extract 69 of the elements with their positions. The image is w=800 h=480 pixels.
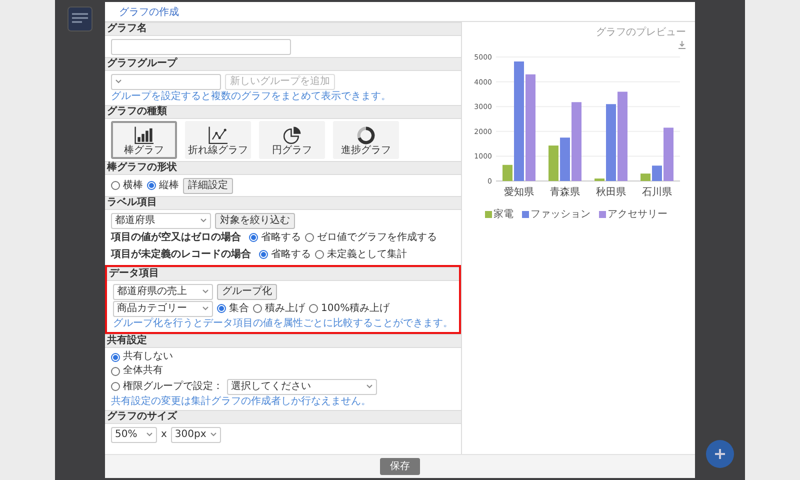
- chart-type-tile[interactable]: 棒グラフ: [111, 121, 177, 159]
- section-header: データ項目: [107, 267, 459, 281]
- radio-option[interactable]: ゼロ値でグラフを作成する: [305, 232, 437, 244]
- add-button[interactable]: [706, 440, 734, 468]
- chart-bar: [560, 138, 570, 181]
- select-field[interactable]: 50%: [111, 426, 157, 442]
- chevron-icon: [200, 218, 207, 223]
- radio-option[interactable]: 権限グループで設定：: [111, 380, 223, 392]
- save-button[interactable]: 保存: [380, 458, 420, 475]
- legend-item: アクセサリー: [598, 207, 668, 221]
- chart-bar: [502, 164, 512, 181]
- chart-type-tile[interactable]: 円グラフ: [259, 121, 325, 159]
- rule-label: 項目の値が空又はゼロの場合: [111, 232, 241, 244]
- axis-category-label: 石川県: [642, 187, 672, 198]
- section-header: グラフ名: [105, 22, 461, 36]
- radio-option[interactable]: 省略する: [259, 248, 311, 260]
- chart-bar: [652, 166, 662, 181]
- radio-option[interactable]: 集合: [217, 302, 249, 314]
- chart-bar: [640, 174, 650, 181]
- radio-option[interactable]: 縦棒: [147, 180, 179, 192]
- section-header: グラフの種類: [105, 105, 461, 119]
- legend-item: ファッション: [522, 207, 590, 221]
- radio-option[interactable]: 未定義として集計: [315, 248, 407, 260]
- chart-type-tile[interactable]: 進捗グラフ: [333, 121, 399, 159]
- section-header: ラベル項目: [105, 196, 461, 210]
- input-field[interactable]: [111, 38, 291, 54]
- chevron-icon: [202, 306, 209, 311]
- hint-text: グループ化を行うとデータ項目の値を属性ごとに比較することができます。: [113, 317, 453, 330]
- radio-option[interactable]: 横棒: [111, 180, 143, 192]
- chart-bar: [664, 128, 674, 181]
- select-field[interactable]: 選択してください: [227, 378, 377, 394]
- section-header: 共有設定: [105, 334, 461, 348]
- radio-option[interactable]: 共有しない: [111, 351, 173, 363]
- section-header: 棒グラフの形状: [105, 161, 461, 175]
- filter-button[interactable]: 対象を絞り込む: [215, 212, 295, 228]
- select-field[interactable]: 都道府県: [111, 212, 211, 228]
- section-header: グラフのサイズ: [105, 410, 461, 424]
- dialog-title: グラフの作成: [119, 6, 179, 18]
- radio-option[interactable]: 全体共有: [111, 365, 163, 377]
- logo-icon: [67, 6, 93, 32]
- select-field[interactable]: 都道府県の売上: [113, 284, 213, 300]
- radio-option[interactable]: 省略する: [249, 232, 301, 244]
- hint-text: 共有設定の変更は集計グラフの作成者しか行なえません。: [111, 395, 371, 408]
- radio-option[interactable]: 100%積み上げ: [309, 302, 390, 314]
- detail-settings-button[interactable]: 詳細設定: [183, 178, 233, 194]
- group-button[interactable]: グループ化: [217, 284, 277, 300]
- hint-text: グループを設定すると複数のグラフをまとめて表示できます。: [111, 90, 391, 103]
- download-icon[interactable]: [678, 41, 686, 49]
- axis-category-label: 秋田県: [596, 187, 626, 198]
- chevron-icon: [115, 79, 122, 84]
- chevron-icon: [146, 432, 153, 437]
- legend-item: 家電: [484, 207, 514, 221]
- axis-category-label: 愛知県: [504, 187, 534, 198]
- section-header: グラフグループ: [105, 57, 461, 71]
- axis-category-label: 青森県: [550, 187, 580, 198]
- chart-bar: [594, 178, 604, 181]
- plus-icon: [714, 448, 726, 460]
- chevron-icon: [202, 289, 209, 294]
- preview-title: グラフのプレビュー: [596, 26, 686, 39]
- chart-bar: [548, 146, 558, 181]
- select-field[interactable]: [111, 74, 221, 90]
- select-field[interactable]: 300px: [170, 426, 221, 442]
- chart-type-tile[interactable]: 折れ線グラフ: [185, 121, 251, 159]
- radio-option[interactable]: 積み上げ: [253, 302, 305, 314]
- select-field[interactable]: 商品カテゴリー: [113, 300, 213, 316]
- chevron-icon: [366, 384, 373, 389]
- separator-text: x: [161, 428, 167, 440]
- chevron-icon: [210, 432, 217, 437]
- rule-label: 項目が未定義のレコードの場合: [111, 248, 251, 260]
